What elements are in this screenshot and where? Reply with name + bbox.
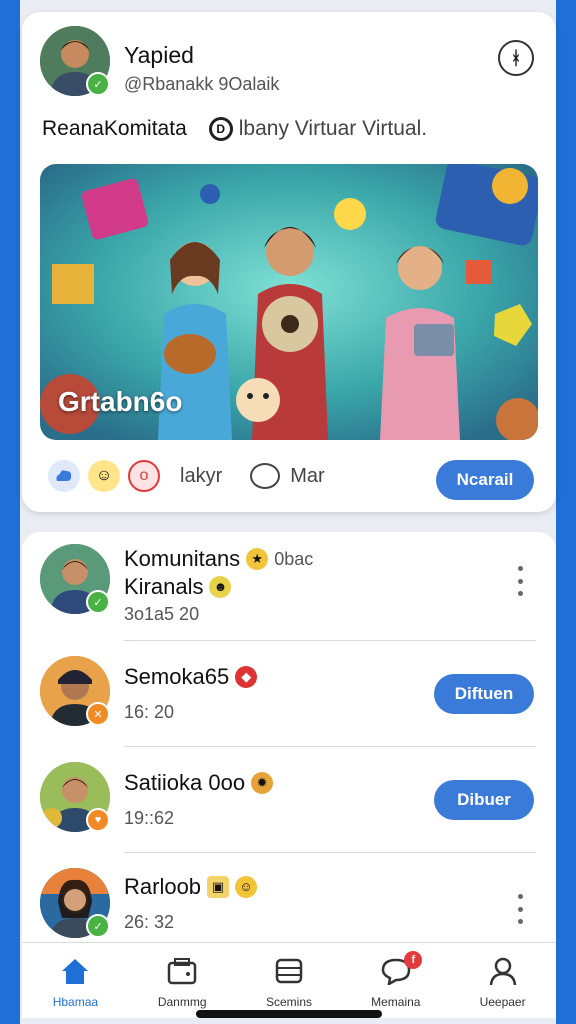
list-item[interactable]: ✓ Komunitans ★ 0bac Kiranals ☻ 3o1a5 20 <box>22 532 556 638</box>
author-name[interactable]: Yapied <box>124 42 194 69</box>
community-list: ✓ Komunitans ★ 0bac Kiranals ☻ 3o1a5 20 … <box>22 532 556 972</box>
list-item-title: Semoka65 ◆ <box>124 664 258 690</box>
list-item-time: 16: 20 <box>124 702 175 722</box>
list-item-title-text: Satiioka 0oo <box>124 770 246 795</box>
post-card: ✓ Yapied @Rbanakk 9Oalaik ᚼ ReanaKomitat… <box>22 12 556 512</box>
status-badge-icon: ✕ <box>86 702 110 726</box>
list-item-time: 26: 32 <box>124 912 175 932</box>
badge-emoji-icon: ✹ <box>251 772 274 794</box>
banner-label: Grtabn6o <box>58 386 183 417</box>
ring-icon: D <box>208 117 233 141</box>
list-item-time: 19::62 <box>124 808 175 828</box>
follow-button[interactable]: Diftuen <box>434 674 534 714</box>
list-item-title: Komunitans ★ 0bac <box>124 546 313 572</box>
smile-reaction-icon[interactable]: ☺ <box>88 460 120 492</box>
list-item-title-text: Komunitans <box>124 546 241 571</box>
wallet-icon <box>166 955 198 987</box>
post-text-right: lbany Virtuar Virtual. <box>238 117 428 140</box>
comment-label[interactable]: Mar <box>290 465 324 488</box>
home-indicator[interactable] <box>196 1010 382 1018</box>
post-banner-image[interactable]: Grtabn6o <box>40 164 538 440</box>
list-item-title-text: Semoka65 <box>124 664 230 689</box>
notification-badge: f <box>404 951 423 969</box>
follow-button[interactable]: Dibuer <box>434 780 534 820</box>
badge-emoji-icon: ▣ <box>207 876 230 898</box>
nav-item-messages[interactable]: f Memaina <box>342 943 449 1018</box>
list-item-subtitle: Kiranals ☻ <box>124 574 232 600</box>
more-options-icon[interactable] <box>508 566 532 596</box>
nav-item-cards[interactable]: Scemins <box>236 943 343 1018</box>
emoji-icon: ☻ <box>209 576 232 598</box>
list-item-title: Satiioka 0oo ✹ <box>124 770 274 796</box>
list-item-time: 3o1a5 20 <box>124 604 200 624</box>
nav-label: Danmmg <box>157 995 207 1009</box>
verified-badge-icon: ✓ <box>86 914 110 938</box>
like-label[interactable]: lakyr <box>180 465 222 488</box>
nav-label: Scemins <box>265 995 312 1009</box>
verified-badge-icon: ✓ <box>86 590 110 614</box>
reactions-bar: ☺ o lakyr Mar <box>48 460 325 492</box>
divider <box>124 640 536 641</box>
nav-item-profile[interactable]: Ueepaer <box>449 943 556 1018</box>
author-handle: @Rbanakk 9Oalaik <box>124 74 280 94</box>
list-item-title-suffix: 0bac <box>274 548 314 569</box>
profile-icon <box>487 955 519 987</box>
post-action-button[interactable]: Ncarail <box>436 460 534 500</box>
love-reaction-icon[interactable]: o <box>128 460 160 492</box>
card-icon <box>273 955 305 987</box>
nav-item-wallet[interactable]: Danmmg <box>129 943 236 1018</box>
list-item-subtitle-text: Kiranals <box>124 574 204 599</box>
home-icon <box>59 955 91 987</box>
comment-icon[interactable] <box>250 463 281 489</box>
shield-icon: ◆ <box>235 666 258 688</box>
divider <box>124 852 536 853</box>
close-icon[interactable]: ᚼ <box>498 40 534 76</box>
post-text: ReanaKomitata D lbany Virtuar Virtual. <box>42 117 427 141</box>
list-item[interactable]: ✕ Semoka65 ◆ 16: 20 Diftuen <box>22 644 556 750</box>
badge-emoji-icon: ★ <box>246 548 269 570</box>
verified-badge-icon: ✓ <box>86 72 110 96</box>
nav-label: Hbamaa <box>52 995 99 1009</box>
post-text-left: ReanaKomitata <box>42 117 187 140</box>
smile-emoji-icon: ☺ <box>235 876 258 898</box>
nav-item-home[interactable]: Hbamaa <box>22 943 129 1018</box>
nav-label: Ueepaer <box>479 995 526 1009</box>
like-reaction-icon[interactable] <box>48 460 80 492</box>
bottom-nav: Hbamaa Danmmg Scemins f Memaina Ueepaer <box>22 942 556 1018</box>
status-badge-icon: ♥ <box>86 808 110 832</box>
list-item[interactable]: ♥ Satiioka 0oo ✹ 19::62 Dibuer <box>22 750 556 856</box>
list-item-title: Rarloob ▣ ☺ <box>124 874 258 900</box>
nav-label: Memaina <box>371 995 421 1009</box>
divider <box>124 746 536 747</box>
more-options-icon[interactable] <box>508 894 532 924</box>
list-item-title-text: Rarloob <box>124 874 202 899</box>
